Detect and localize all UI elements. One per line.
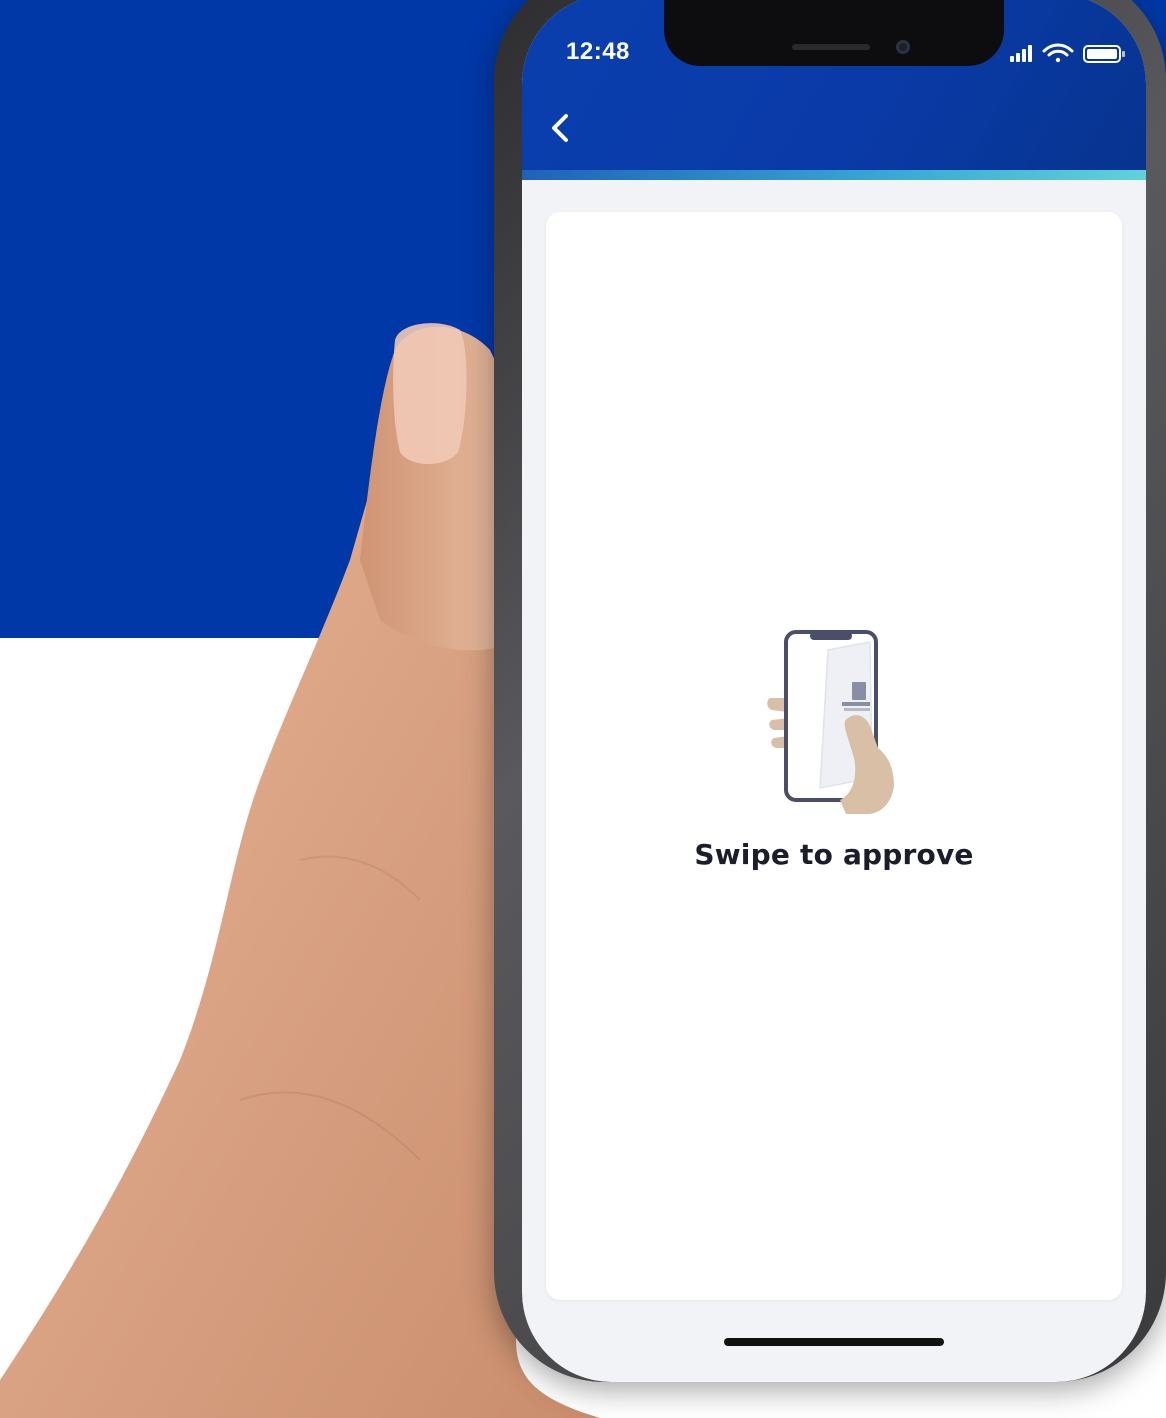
status-icons (1010, 42, 1130, 66)
header-accent-bar (522, 170, 1146, 180)
phone-device: 12:48 Swipe to approve (494, 0, 1166, 1400)
home-indicator[interactable] (724, 1338, 944, 1346)
approval-card: Swipe to approve (546, 212, 1122, 1300)
phone-screen: 12:48 Swipe to approve (522, 0, 1146, 1382)
back-button[interactable] (542, 108, 578, 148)
device-notch (664, 0, 1004, 66)
status-time: 12:48 (566, 38, 630, 65)
chevron-left-icon (552, 114, 568, 142)
wifi-icon (1042, 43, 1074, 63)
front-camera (896, 40, 910, 54)
marketing-stage: 12:48 Swipe to approve (0, 0, 1166, 1418)
battery-icon (1083, 45, 1125, 63)
speaker-grille (792, 44, 870, 50)
swipe-to-approve-label: Swipe to approve (694, 838, 974, 871)
cellular-signal-icon (1010, 45, 1032, 62)
hand-holding-phone-icon (767, 630, 894, 814)
